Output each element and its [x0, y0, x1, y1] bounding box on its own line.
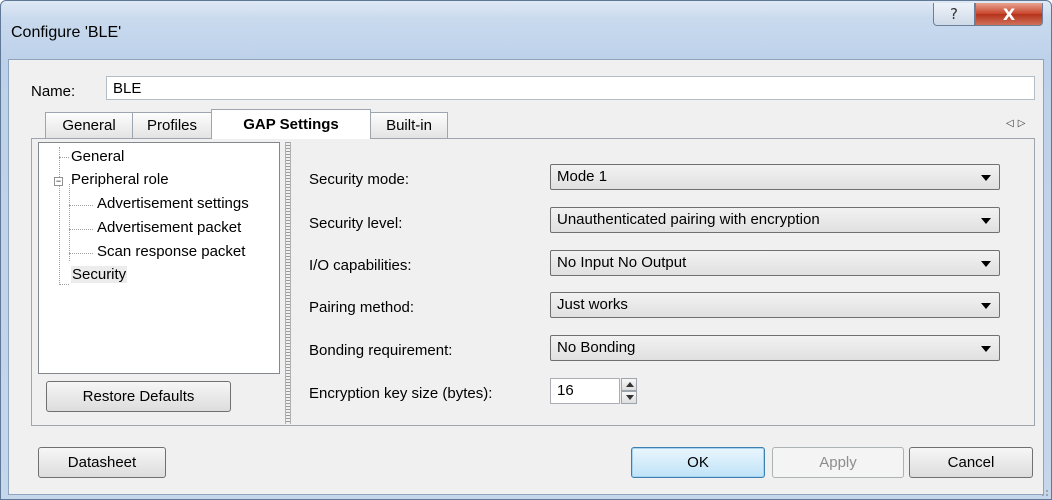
key-size-input[interactable]: 16 — [550, 378, 620, 404]
io-capabilities-select[interactable]: No Input No Output — [550, 250, 1000, 276]
settings-tree[interactable]: General − Peripheral role Advertisement … — [38, 142, 280, 374]
increment-button[interactable] — [621, 378, 637, 391]
tab-scroll-buttons: ◁▷ — [1006, 118, 1029, 129]
io-capabilities-label: I/O capabilities: — [309, 257, 412, 274]
bonding-requirement-value: No Bonding — [557, 339, 636, 356]
name-label: Name: — [31, 83, 76, 100]
key-size-label: Encryption key size (bytes): — [309, 385, 493, 402]
security-mode-label: Security mode: — [309, 171, 410, 188]
security-mode-value: Mode 1 — [557, 168, 608, 185]
tree-connector — [59, 157, 69, 158]
scroll-right-icon[interactable]: ▷ — [1018, 118, 1030, 129]
tree-connector — [59, 147, 60, 285]
collapse-icon[interactable]: − — [54, 177, 63, 186]
arrow-down-icon — [626, 395, 634, 400]
chevron-down-icon — [981, 261, 991, 267]
resize-grip-icon[interactable] — [1038, 486, 1048, 496]
help-icon: ? — [950, 5, 958, 23]
close-button[interactable]: X — [975, 3, 1043, 26]
chevron-down-icon — [981, 303, 991, 309]
configure-dialog: Configure 'BLE' ? X Name: BLE General Pr… — [0, 0, 1052, 500]
bonding-requirement-label: Bonding requirement: — [309, 342, 453, 359]
key-size-stepper — [621, 378, 637, 404]
security-level-value: Unauthenticated pairing with encryption — [557, 211, 820, 228]
arrow-up-icon — [626, 382, 634, 387]
datasheet-button[interactable]: Datasheet — [38, 447, 166, 478]
io-capabilities-value: No Input No Output — [557, 254, 687, 271]
pairing-method-value: Just works — [557, 296, 628, 313]
tab-built-in[interactable]: Built-in — [370, 112, 448, 138]
name-field[interactable]: BLE — [106, 76, 1035, 100]
chevron-down-icon — [981, 218, 991, 224]
cancel-button[interactable]: Cancel — [909, 447, 1033, 478]
tree-item-peripheral-role[interactable]: Peripheral role — [71, 171, 169, 188]
tree-item-advertisement-settings[interactable]: Advertisement settings — [97, 195, 249, 212]
close-icon: X — [1002, 4, 1016, 24]
pairing-method-select[interactable]: Just works — [550, 292, 1000, 318]
tree-item-general[interactable]: General — [71, 148, 124, 165]
tree-item-security[interactable]: Security — [71, 266, 128, 283]
tree-item-scan-response-packet[interactable]: Scan response packet — [97, 243, 245, 260]
panel-splitter[interactable] — [285, 142, 291, 424]
tree-connector — [59, 284, 69, 285]
tree-connector — [69, 184, 70, 261]
tab-general[interactable]: General — [45, 112, 133, 138]
window-title: Configure 'BLE' — [11, 24, 122, 41]
chevron-down-icon — [981, 346, 991, 352]
scroll-left-icon[interactable]: ◁ — [1006, 118, 1018, 129]
tree-connector — [69, 205, 93, 206]
title-bar[interactable]: Configure 'BLE' ? X — [1, 1, 1051, 59]
pairing-method-label: Pairing method: — [309, 299, 415, 316]
tab-profiles[interactable]: Profiles — [132, 112, 212, 138]
tree-connector — [69, 229, 93, 230]
tree-item-advertisement-packet[interactable]: Advertisement packet — [97, 219, 241, 236]
security-level-select[interactable]: Unauthenticated pairing with encryption — [550, 207, 1000, 233]
security-level-label: Security level: — [309, 215, 403, 232]
security-mode-select[interactable]: Mode 1 — [550, 164, 1000, 190]
tab-gap-settings[interactable]: GAP Settings — [211, 109, 371, 139]
help-button[interactable]: ? — [933, 3, 975, 26]
tree-connector — [69, 253, 93, 254]
decrement-button[interactable] — [621, 391, 637, 404]
chevron-down-icon — [981, 175, 991, 181]
bonding-requirement-select[interactable]: No Bonding — [550, 335, 1000, 361]
restore-defaults-button[interactable]: Restore Defaults — [46, 381, 231, 412]
ok-button[interactable]: OK — [631, 447, 765, 478]
apply-button[interactable]: Apply — [772, 447, 904, 478]
